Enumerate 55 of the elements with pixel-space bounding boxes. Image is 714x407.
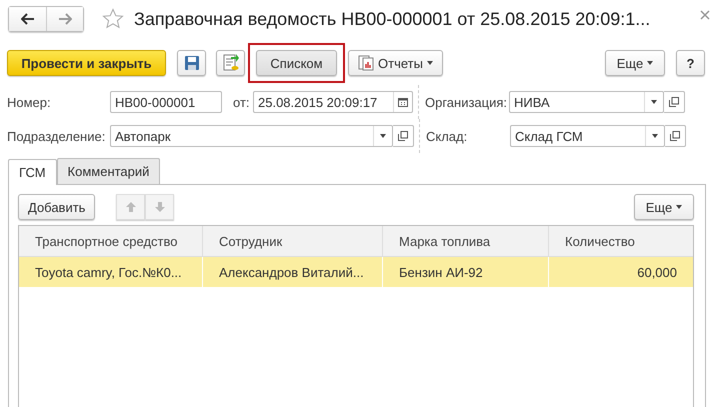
- field-value: Автопарк: [115, 128, 172, 144]
- field-label: от:: [233, 94, 251, 110]
- more-button[interactable]: Еще: [605, 50, 665, 76]
- field-label: Склад:: [426, 128, 468, 144]
- field-label: Номер:: [7, 94, 52, 110]
- table-cell: Toyota camry, Гос.№К0...: [19, 257, 203, 287]
- department-field[interactable]: Автопарк: [110, 125, 393, 147]
- document-arrow-icon: [222, 54, 238, 72]
- field-value: НИВА: [514, 94, 551, 110]
- column-header[interactable]: Марка топлива: [383, 226, 549, 256]
- field-value: 25.08.2015 20:09:17: [258, 94, 378, 110]
- more-button[interactable]: Еще: [634, 194, 694, 220]
- table-cell: Александров Виталий...: [203, 257, 383, 287]
- tab[interactable]: Комментарий: [56, 158, 160, 184]
- post-button[interactable]: [216, 50, 245, 76]
- table-cell-text: 60,000: [636, 264, 678, 282]
- save-button[interactable]: [177, 50, 206, 76]
- add-button[interactable]: Добавить: [18, 194, 96, 220]
- open-icon[interactable]: [669, 97, 679, 107]
- number-field[interactable]: НВ00-000001: [110, 91, 222, 113]
- organization-field[interactable]: НИВА: [509, 91, 664, 113]
- post-and-close-button[interactable]: Провести и закрыть: [7, 50, 166, 76]
- back-button[interactable]: [9, 7, 46, 31]
- caret-icon: [647, 61, 654, 65]
- table-cell: Бензин АИ-92: [383, 257, 549, 287]
- open-icon[interactable]: [670, 131, 680, 141]
- caret-icon: [426, 61, 433, 65]
- date-field[interactable]: 25.08.2015 20:09:17: [253, 91, 413, 113]
- tab[interactable]: ГСМ: [8, 159, 57, 185]
- forward-arrow-icon: [58, 13, 72, 25]
- field-value: Склад ГСМ: [515, 128, 584, 144]
- open-icon[interactable]: [398, 131, 408, 141]
- up-arrow-icon: [124, 201, 137, 213]
- close-icon[interactable]: [700, 10, 710, 20]
- list-button[interactable]: Списком: [256, 50, 337, 76]
- help-button[interactable]: ?: [676, 50, 705, 76]
- column-header[interactable]: Сотрудник: [203, 226, 383, 256]
- back-arrow-icon: [20, 13, 34, 25]
- table-row[interactable]: Toyota camry, Гос.№К0... Александров Виталий... Бензин АИ-92 60,000: [19, 257, 693, 287]
- field-value: НВ00-000001: [115, 94, 196, 110]
- down-arrow-icon: [154, 201, 166, 213]
- dropdown-icon[interactable]: [380, 134, 386, 138]
- column-header[interactable]: Количество: [549, 226, 693, 256]
- caret-icon: [676, 205, 682, 209]
- dropdown-icon[interactable]: [651, 100, 657, 104]
- warehouse-field[interactable]: Склад ГСМ: [510, 125, 665, 147]
- field-label: Организация:: [425, 94, 508, 110]
- report-chart-icon: [358, 55, 374, 71]
- star-icon[interactable]: [102, 8, 124, 30]
- field-label: Подразделение:: [7, 128, 106, 144]
- window-title: Заправочная ведомость НВ00-000001 от 25.08.2015 20:09:1...: [134, 8, 650, 30]
- calendar-icon[interactable]: [398, 97, 408, 107]
- column-header[interactable]: Транспортное средство: [19, 226, 203, 256]
- reports-button[interactable]: Отчеты: [348, 50, 443, 76]
- dropdown-icon[interactable]: [652, 134, 658, 138]
